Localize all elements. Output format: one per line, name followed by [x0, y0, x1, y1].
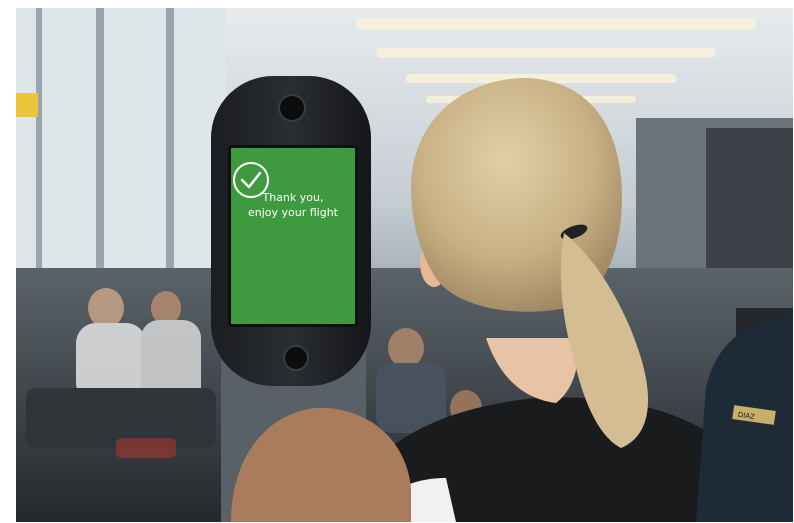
airport-gate-photo: DIAZ Thank you, enjoy your flight	[16, 8, 793, 522]
checkmark-circle-icon	[233, 162, 269, 198]
photo-background: DIAZ	[16, 8, 793, 522]
kiosk-screen: Thank you, enjoy your flight	[231, 148, 355, 324]
terminal-windows	[16, 8, 226, 308]
kiosk-sensor-icon	[283, 345, 309, 371]
kiosk-camera-icon	[278, 94, 306, 122]
